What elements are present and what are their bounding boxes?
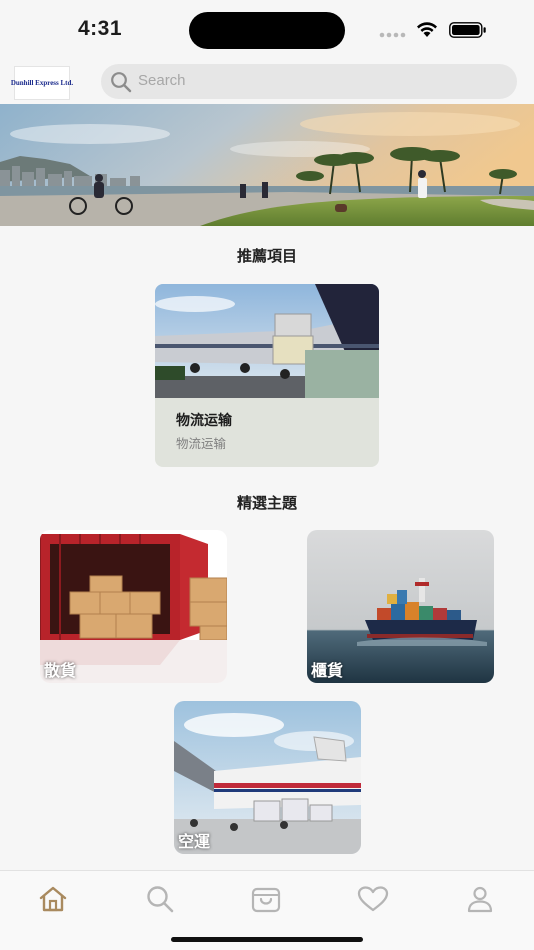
theme-tile-air-freight[interactable]: 空運 bbox=[174, 701, 361, 854]
company-logo[interactable]: Dunhill Express Ltd. bbox=[10, 66, 74, 100]
recommended-card-subtitle: 物流运输 bbox=[176, 436, 227, 451]
recommended-card[interactable]: 物流运输 物流运输 bbox=[155, 284, 379, 467]
search-icon bbox=[111, 72, 132, 93]
tab-profile[interactable] bbox=[460, 879, 500, 919]
search-placeholder: Search bbox=[138, 72, 186, 89]
app-header: Dunhill Express Ltd. Search bbox=[0, 60, 534, 104]
recommended-card-title: 物流运输 bbox=[176, 413, 232, 429]
signal-dots-icon bbox=[379, 32, 406, 38]
dynamic-island bbox=[189, 12, 345, 49]
profile-icon bbox=[467, 886, 493, 913]
tab-home[interactable] bbox=[33, 879, 73, 919]
battery-icon bbox=[449, 22, 486, 38]
search-bar[interactable]: Search bbox=[101, 64, 517, 99]
bag-icon bbox=[251, 887, 281, 913]
home-indicator bbox=[171, 937, 363, 942]
status-bar: 4:31 bbox=[0, 0, 534, 58]
theme-tile-label: 散貨 bbox=[44, 661, 77, 680]
wifi-icon bbox=[417, 22, 437, 37]
heart-icon bbox=[357, 886, 389, 912]
status-time: 4:31 bbox=[78, 17, 123, 40]
theme-tile-label: 空運 bbox=[178, 832, 211, 851]
cargo-plane-image bbox=[155, 284, 379, 398]
tab-cart[interactable] bbox=[246, 879, 286, 919]
theme-tile-container-cargo[interactable]: 櫃貨 bbox=[307, 530, 494, 683]
tab-search[interactable] bbox=[140, 879, 180, 919]
featured-section-title: 精選主題 bbox=[236, 494, 297, 512]
logo-text: Dunhill Express Ltd. bbox=[10, 79, 74, 87]
theme-tile-loose-cargo[interactable]: 散貨 bbox=[40, 530, 227, 683]
theme-tile-label: 櫃貨 bbox=[311, 661, 344, 680]
tab-favorites[interactable] bbox=[353, 879, 393, 919]
search-icon bbox=[147, 886, 174, 913]
recommended-section-title: 推薦項目 bbox=[236, 247, 297, 265]
hero-banner[interactable] bbox=[0, 104, 534, 226]
home-icon bbox=[39, 886, 67, 912]
